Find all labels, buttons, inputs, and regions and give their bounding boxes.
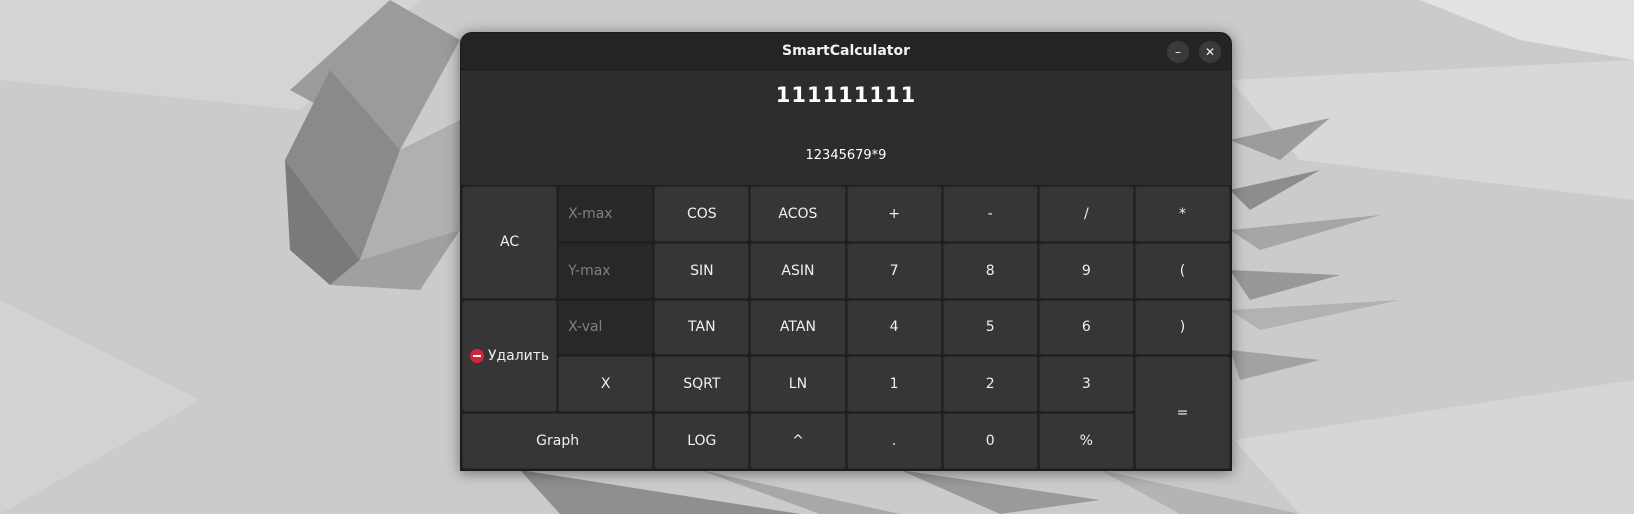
keypad: AC X-max COS ACOS + - / * Y-max SIN ASIN… (461, 185, 1231, 470)
six-button[interactable]: 6 (1038, 299, 1134, 356)
delete-button[interactable]: Удалить (462, 299, 558, 413)
title-bar[interactable]: SmartCalculator – ✕ (461, 33, 1231, 70)
one-button[interactable]: 1 (846, 356, 942, 413)
graph-button[interactable]: Graph (462, 413, 654, 469)
power-button[interactable]: ^ (750, 413, 846, 469)
delete-icon (469, 348, 484, 363)
cos-button[interactable]: COS (654, 186, 750, 242)
eight-button[interactable]: 8 (942, 242, 1038, 299)
plus-button[interactable]: + (846, 186, 942, 242)
x-max-input[interactable]: X-max (558, 186, 654, 242)
asin-button[interactable]: ASIN (750, 242, 846, 299)
two-button[interactable]: 2 (942, 356, 1038, 413)
five-button[interactable]: 5 (942, 299, 1038, 356)
x-button[interactable]: X (558, 356, 654, 413)
right-paren-button[interactable]: ) (1134, 299, 1230, 356)
dot-button[interactable]: . (846, 413, 942, 469)
minimize-button[interactable]: – (1167, 41, 1189, 63)
window-title: SmartCalculator (782, 43, 910, 59)
y-max-input[interactable]: Y-max (558, 242, 654, 299)
x-val-input[interactable]: X-val (558, 299, 654, 356)
delete-label: Удалить (487, 347, 550, 364)
result-display: 111111111 (775, 83, 917, 107)
three-button[interactable]: 3 (1038, 356, 1134, 413)
ac-button[interactable]: AC (462, 186, 558, 299)
nine-button[interactable]: 9 (1038, 242, 1134, 299)
atan-button[interactable]: ATAN (750, 299, 846, 356)
four-button[interactable]: 4 (846, 299, 942, 356)
left-paren-button[interactable]: ( (1134, 242, 1230, 299)
close-button[interactable]: ✕ (1199, 41, 1221, 63)
zero-button[interactable]: 0 (942, 413, 1038, 469)
log-button[interactable]: LOG (654, 413, 750, 469)
multiply-button[interactable]: * (1134, 186, 1230, 242)
acos-button[interactable]: ACOS (750, 186, 846, 242)
sin-button[interactable]: SIN (654, 242, 750, 299)
calculator-window: SmartCalculator – ✕ 111111111 12345679*9… (460, 32, 1232, 471)
minus-button[interactable]: - (942, 186, 1038, 242)
percent-button[interactable]: % (1038, 413, 1134, 469)
divide-button[interactable]: / (1038, 186, 1134, 242)
sqrt-button[interactable]: SQRT (654, 356, 750, 413)
ln-button[interactable]: LN (750, 356, 846, 413)
expression-display: 12345679*9 (805, 148, 887, 163)
equals-button[interactable]: = (1134, 356, 1230, 469)
seven-button[interactable]: 7 (846, 242, 942, 299)
tan-button[interactable]: TAN (654, 299, 750, 356)
